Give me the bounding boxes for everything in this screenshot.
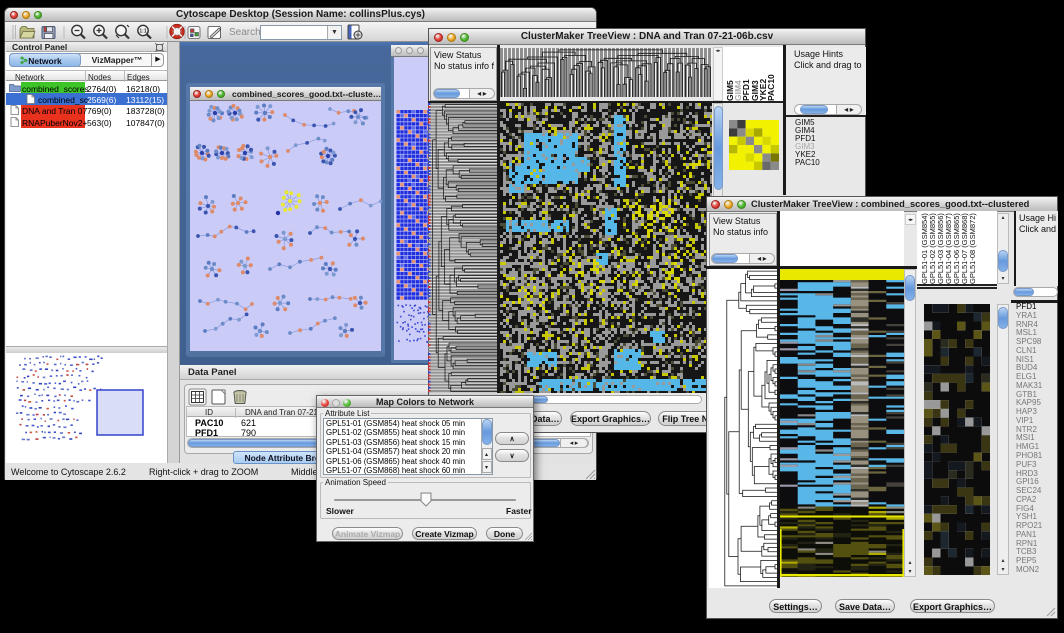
svg-text:1:1: 1:1: [139, 29, 146, 35]
